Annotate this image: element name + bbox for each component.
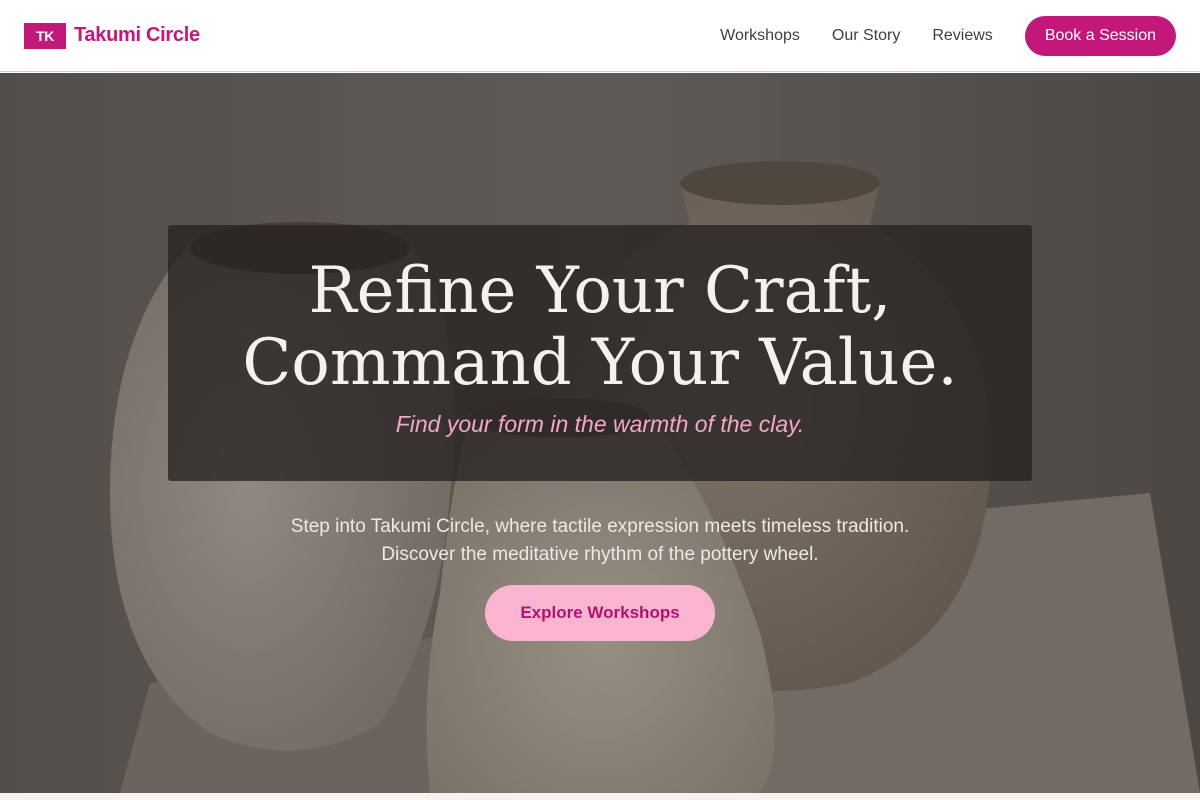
hero-section: Refine Your Craft, Command Your Value. F… — [0, 73, 1200, 793]
site-header: TK Takumi Circle Workshops Our Story Rev… — [0, 0, 1200, 72]
explore-workshops-button[interactable]: Explore Workshops — [485, 585, 715, 641]
hero-description: Step into Takumi Circle, where tactile e… — [290, 516, 910, 565]
logo[interactable]: TK Takumi Circle — [24, 22, 200, 49]
nav-reviews[interactable]: Reviews — [932, 27, 992, 45]
main-nav: Workshops Our Story Reviews — [720, 27, 993, 45]
book-session-button[interactable]: Book a Session — [1024, 15, 1176, 56]
nav-our-story[interactable]: Our Story — [832, 27, 900, 45]
hero-headline: Refine Your Craft, Command Your Value. — [168, 255, 1032, 399]
headline-line-2: Command Your Value. — [242, 326, 958, 400]
hero-tagline: Find your form in the warmth of the clay… — [395, 411, 805, 437]
brand-name: Takumi Circle — [74, 24, 200, 46]
logo-mark: TK — [24, 22, 66, 49]
headline-line-1: Refine Your Craft, — [308, 254, 892, 328]
nav-workshops[interactable]: Workshops — [720, 27, 800, 45]
headline-panel: Refine Your Craft, Command Your Value. F… — [168, 225, 1032, 481]
next-section-edge — [0, 793, 1200, 800]
